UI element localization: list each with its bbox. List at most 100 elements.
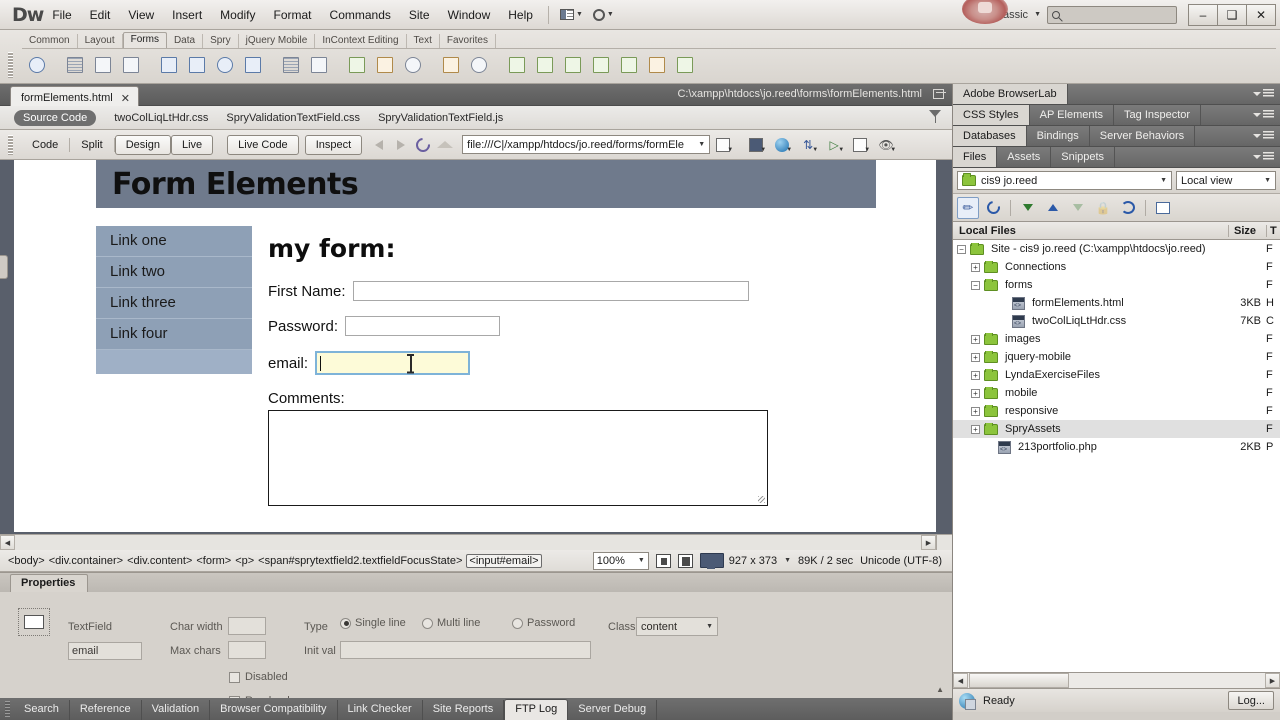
menu-modify[interactable]: Modify [211,4,264,26]
tag-input-email[interactable]: <input#email> [466,553,542,568]
close-button[interactable]: ✕ [1246,3,1276,26]
text-field-icon[interactable] [62,52,88,78]
check-in-icon[interactable]: 🔒 [1092,197,1114,219]
spry-validation-text-field-icon[interactable] [504,52,530,78]
char-width-input[interactable] [228,617,266,635]
results-grip[interactable] [5,701,10,717]
collapse-icon[interactable]: − [957,244,966,254]
file-tree-row[interactable]: + images F [953,330,1280,348]
menu-file[interactable]: File [43,4,80,26]
file-tree-row[interactable]: + LyndaExerciseFiles F [953,366,1280,384]
menu-commands[interactable]: Commands [321,4,400,26]
design-view-canvas[interactable]: Form Elements Link one Link two Link thr… [0,160,952,550]
menu-view[interactable]: View [119,4,163,26]
insert-tab-layout[interactable]: Layout [78,34,123,48]
file-field-icon[interactable] [372,52,398,78]
checkbox-group-icon[interactable] [184,52,210,78]
file-tree-row[interactable]: − Site - cis9 jo.reed (C:\xampp\htdocs\jo… [953,240,1280,258]
file-tree-row[interactable]: + responsive F [953,402,1280,420]
file-tree[interactable]: − Site - cis9 jo.reed (C:\xampp\htdocs\jo… [953,240,1280,672]
tag-p[interactable]: <p> [235,555,254,567]
insert-tab-common[interactable]: Common [22,34,78,48]
hidden-field-icon[interactable] [90,52,116,78]
document-tab[interactable]: formElements.html ✕ [10,86,139,106]
put-files-icon[interactable] [1042,197,1064,219]
insert-tab-forms[interactable]: Forms [122,32,167,48]
related-file-spryvalidationtextfield-css[interactable]: SpryValidationTextField.css [226,112,360,124]
resize-grip-icon[interactable] [758,496,765,503]
canvas-horizontal-scrollbar[interactable]: ◀ ▶ [0,534,936,550]
results-tab-site-reports[interactable]: Site Reports [423,700,505,720]
select-list-icon[interactable] [278,52,304,78]
panel-options-menu-icon[interactable] [1253,131,1274,140]
tag-span-sprytextfield[interactable]: <span#sprytextfield2.textfieldFocusState… [258,555,462,567]
panel-tab-tag-inspector[interactable]: Tag Inspector [1114,105,1202,125]
expand-icon[interactable]: + [971,424,980,434]
toolbar-grip[interactable] [8,134,13,155]
view-options-icon[interactable]: ▼ [711,134,735,156]
expand-icon[interactable]: + [971,262,980,272]
multiscreen-icon[interactable]: ▼ [744,134,768,156]
results-tab-ftp-log[interactable]: FTP Log [504,699,569,720]
scroll-right-arrow-icon[interactable]: ▶ [1265,673,1280,688]
results-tab-server-debug[interactable]: Server Debug [568,700,658,720]
panel-tab-snippets[interactable]: Snippets [1051,147,1116,167]
related-file-source-code[interactable]: Source Code [14,109,97,126]
jump-menu-icon[interactable] [306,52,332,78]
tag-div-container[interactable]: <div.container> [49,555,123,567]
results-tab-link-checker[interactable]: Link Checker [338,700,423,720]
spry-validation-checkbox-icon[interactable] [560,52,586,78]
insert-tab-text[interactable]: Text [407,34,440,48]
live-view-button[interactable]: Live [170,134,214,155]
insert-tab-favorites[interactable]: Favorites [440,34,496,48]
site-select[interactable]: cis9 jo.reed ▼ [957,171,1172,190]
related-file-spryvalidationtextfield-js[interactable]: SpryValidationTextField.js [378,112,503,124]
files-scroll-thumb[interactable] [969,673,1069,688]
expand-icon[interactable]: + [971,370,980,380]
restore-window-icon[interactable] [933,89,946,99]
tag-div-content[interactable]: <div.content> [127,555,192,567]
live-code-button[interactable]: Live Code [227,134,299,155]
code-view-button[interactable]: Code [21,135,69,155]
expand-icon[interactable] [1152,197,1174,219]
insert-tab-spry[interactable]: Spry [203,34,239,48]
first-name-input[interactable] [352,281,749,301]
menu-insert[interactable]: Insert [163,4,211,26]
panel-tab-ap-elements[interactable]: AP Elements [1030,105,1115,125]
max-chars-input[interactable] [228,641,266,659]
textarea-icon[interactable] [118,52,144,78]
properties-expand-icon[interactable]: ▲ [936,685,944,694]
chevron-down-icon[interactable]: ▼ [784,557,791,564]
refresh-icon[interactable] [982,197,1004,219]
results-tab-validation[interactable]: Validation [142,700,211,720]
file-tree-row[interactable]: + jquery-mobile F [953,348,1280,366]
spry-validation-confirm-icon[interactable] [644,52,670,78]
type-multi-line-radio[interactable]: Multi line [422,617,480,629]
connect-icon[interactable]: ✏ [957,196,979,219]
file-tree-row[interactable]: <> twoColLiqLtHdr.css 7KB C [953,312,1280,330]
back-arrow-icon[interactable] [370,136,388,154]
panel-options-menu-icon[interactable] [1253,110,1274,119]
panel-options-menu-icon[interactable] [1253,89,1274,98]
class-select[interactable]: content ▼ [636,617,718,636]
split-view-button[interactable]: Split [70,135,113,155]
checkbox-icon[interactable] [156,52,182,78]
panel-options-menu-icon[interactable] [1253,152,1274,161]
email-input[interactable] [315,351,471,375]
panel-tab-files[interactable]: Files [953,147,998,167]
panel-tab-adobe-browserlab[interactable]: Adobe BrowserLab [953,84,1068,104]
spry-validation-radio-group-icon[interactable] [672,52,698,78]
nav-link-three[interactable]: Link three [96,288,252,319]
label-icon[interactable] [438,52,464,78]
expand-icon[interactable]: + [971,352,980,362]
validate-icon[interactable]: ▼ [848,134,872,156]
tag-body[interactable]: <body> [8,555,45,567]
column-size[interactable]: Size [1228,224,1266,237]
maximize-button[interactable]: ❑ [1217,3,1247,26]
insert-bar-grip[interactable] [8,52,13,78]
nav-link-two[interactable]: Link two [96,257,252,288]
type-single-line-radio[interactable]: Single line [340,617,406,629]
view-mode-select[interactable]: Local view ▼ [1176,171,1276,190]
design-view-button[interactable]: Design [114,134,171,155]
type-password-radio[interactable]: Password [512,617,575,629]
